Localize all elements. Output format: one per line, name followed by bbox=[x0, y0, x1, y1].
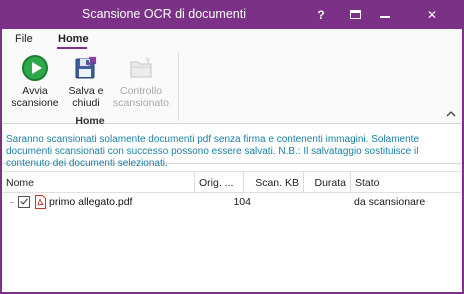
collapse-ribbon-icon[interactable] bbox=[446, 109, 456, 119]
help-icon: ? bbox=[317, 7, 325, 22]
help-button[interactable]: ? bbox=[306, 0, 336, 29]
ribbon-tabs: File Home bbox=[2, 29, 462, 49]
play-icon bbox=[22, 55, 48, 81]
close-button[interactable]: ✕ bbox=[404, 0, 460, 29]
title-bar[interactable]: Scansione OCR di documenti ? ✕ bbox=[0, 0, 464, 29]
close-icon: ✕ bbox=[426, 7, 438, 22]
client-area: File Home Avvia scansione Salva e chiudi… bbox=[2, 29, 462, 292]
save-close-icon bbox=[73, 55, 99, 81]
avvia-scansione-label: Avvia scansione bbox=[11, 85, 59, 109]
ribbon: File Home Avvia scansione Salva e chiudi… bbox=[2, 29, 462, 127]
tab-file[interactable]: File bbox=[15, 33, 33, 45]
tab-home[interactable]: Home bbox=[58, 33, 89, 45]
controllo-scansionato-label: Controllo scansionato bbox=[112, 85, 170, 109]
row-stato: da scansionare bbox=[354, 196, 426, 208]
row-orig-size: 104 bbox=[233, 196, 251, 208]
minimize-button[interactable] bbox=[370, 0, 400, 29]
app-window: Scansione OCR di documenti ? ✕ File Home bbox=[0, 0, 464, 294]
row-checkbox[interactable] bbox=[18, 196, 30, 208]
restore-icon bbox=[349, 10, 361, 19]
pdf-file-icon bbox=[35, 195, 46, 209]
active-tab-indicator bbox=[57, 47, 87, 49]
column-header-orig[interactable]: Orig. ... bbox=[195, 172, 244, 193]
window-title: Scansione OCR di documenti bbox=[82, 7, 246, 21]
row-file-name: primo allegato.pdf bbox=[49, 196, 133, 208]
table-row[interactable]: primo allegato.pdf 104 da scansionare bbox=[2, 194, 462, 212]
restore-button[interactable] bbox=[340, 0, 370, 29]
salva-e-chiudi-button[interactable]: Salva e chiudi bbox=[64, 55, 108, 109]
column-header-durata[interactable]: Durata bbox=[304, 172, 351, 193]
column-header-nome[interactable]: Nome bbox=[2, 172, 195, 193]
info-message: Saranno scansionati solamente documenti … bbox=[2, 128, 462, 169]
checkmark-icon bbox=[20, 196, 28, 205]
ribbon-group-separator bbox=[178, 53, 179, 121]
salva-e-chiudi-label: Salva e chiudi bbox=[68, 85, 104, 109]
column-header-stato[interactable]: Stato bbox=[351, 172, 462, 193]
ribbon-group-label: Home bbox=[75, 115, 105, 127]
avvia-scansione-button[interactable]: Avvia scansione bbox=[8, 55, 62, 109]
column-header-scan-kb[interactable]: Scan. KB bbox=[244, 172, 304, 193]
minimize-icon bbox=[380, 15, 390, 18]
controllo-scansionato-button[interactable]: Controllo scansionato bbox=[112, 55, 170, 109]
tree-connector bbox=[10, 202, 14, 203]
folder-icon bbox=[128, 55, 154, 81]
table-header: Nome Orig. ... Scan. KB Durata Stato bbox=[2, 171, 462, 193]
